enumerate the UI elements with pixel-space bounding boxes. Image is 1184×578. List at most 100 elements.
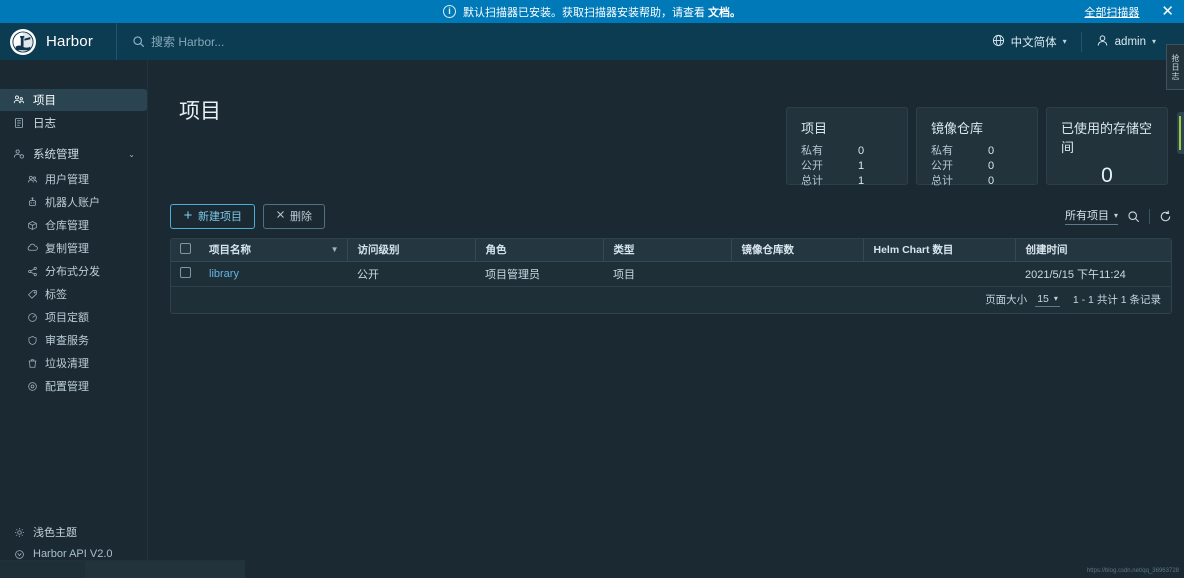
- search-icon[interactable]: [1127, 210, 1140, 223]
- card-row-label: 公开: [931, 159, 988, 174]
- sidebar-item-garbage-collection[interactable]: 垃圾清理: [0, 353, 147, 373]
- projects-icon: [13, 94, 25, 106]
- sidebar-item-project-quotas[interactable]: 项目定额: [0, 307, 147, 327]
- cell-role: 项目管理员: [475, 261, 603, 286]
- sidebar-item-logs[interactable]: 日志: [0, 112, 147, 134]
- table-body: library 公开 项目管理员 项目 2021/5/15 下午11:24: [171, 261, 1171, 286]
- sun-icon: [13, 526, 25, 538]
- card-row: 公开 1: [801, 159, 893, 174]
- page-size-label: 页面大小: [985, 292, 1027, 307]
- card-row-label: 总计: [931, 174, 988, 189]
- app-header: Harbor 中文简体 ▾: [0, 23, 1184, 60]
- alert-message: i 默认扫描器已安装。获取扫描器安装帮助，请查看 文档。: [0, 4, 1184, 20]
- sidebar-item-label: 审查服务: [45, 332, 89, 348]
- sidebar-item-label: 垃圾清理: [45, 355, 89, 371]
- sidebar-item-label: 机器人账户: [45, 194, 100, 210]
- sidebar-item-distribution[interactable]: 分布式分发: [0, 261, 147, 281]
- sidebar-item-configuration[interactable]: 配置管理: [0, 376, 147, 396]
- sidebar-item-replications[interactable]: 复制管理: [0, 238, 147, 258]
- edge-progress-indicator: [1177, 112, 1184, 154]
- bottom-strip-inner: [85, 561, 245, 578]
- table-row[interactable]: library 公开 项目管理员 项目 2021/5/15 下午11:24: [171, 261, 1171, 286]
- column-header-created[interactable]: 创建时间: [1015, 239, 1171, 261]
- chevron-down-icon: ▾: [1152, 37, 1156, 46]
- new-project-button[interactable]: 新建项目: [170, 204, 255, 229]
- card-row-value: 0: [988, 144, 994, 159]
- close-icon[interactable]: ✕: [1161, 4, 1174, 19]
- refresh-icon[interactable]: [1159, 210, 1172, 223]
- card-row-value: 0: [858, 144, 864, 159]
- sidebar-item-interrogation-services[interactable]: 审查服务: [0, 330, 147, 350]
- column-header-repo-count[interactable]: 镜像仓库数: [731, 239, 863, 261]
- table-pagination: 页面大小 15 ▾ 1 - 1 共计 1 条记录: [171, 287, 1171, 313]
- card-row: 私有 0: [801, 144, 893, 159]
- sidebar-item-users[interactable]: 用户管理: [0, 169, 147, 189]
- edge-tool-label: 抢日志: [1170, 54, 1181, 81]
- search-input[interactable]: [151, 35, 481, 49]
- brand-title: Harbor: [46, 33, 93, 50]
- sidebar-item-label: 日志: [33, 115, 56, 131]
- replication-icon: [26, 242, 38, 254]
- sidebar-item-label: 项目定额: [45, 309, 89, 325]
- sidebar: 项目 日志: [0, 60, 148, 578]
- language-selector[interactable]: 中文简体 ▾: [978, 23, 1081, 60]
- theme-label: 浅色主题: [33, 524, 77, 540]
- edge-tool-widget[interactable]: 抢日志: [1166, 44, 1184, 90]
- api-label: Harbor API V2.0: [33, 548, 113, 560]
- column-label: 项目名称: [209, 242, 251, 257]
- row-checkbox[interactable]: [180, 267, 191, 278]
- sidebar-nav: 项目 日志: [0, 89, 147, 521]
- project-scope-select[interactable]: 所有项目 ▾: [1065, 207, 1118, 225]
- card-row: 总计 1: [801, 174, 893, 189]
- sidebar-item-registries[interactable]: 仓库管理: [0, 215, 147, 235]
- main-content: 项目 项目 私有 0 公开 1 总计 1 镜像仓库: [148, 60, 1184, 578]
- card-row: 公开 0: [931, 159, 1023, 174]
- interrogation-icon: [26, 334, 38, 346]
- column-header-name[interactable]: 项目名称 ▼: [199, 239, 347, 261]
- select-all-header: [171, 239, 199, 261]
- alert-actions: 全部扫描器 ✕: [1084, 4, 1174, 20]
- stat-card-projects: 项目 私有 0 公开 1 总计 1: [786, 107, 908, 185]
- chevron-down-icon: ▾: [1063, 37, 1067, 46]
- stat-card-repositories: 镜像仓库 私有 0 公开 0 总计 0: [916, 107, 1038, 185]
- delete-button[interactable]: 删除: [263, 204, 325, 229]
- info-icon: i: [443, 5, 456, 18]
- all-scanners-link[interactable]: 全部扫描器: [1084, 4, 1139, 20]
- page-size-select[interactable]: 15 ▾: [1035, 293, 1060, 307]
- theme-toggle[interactable]: 浅色主题: [13, 521, 147, 543]
- brand[interactable]: Harbor: [0, 29, 116, 55]
- delete-label: 删除: [290, 208, 312, 224]
- user-menu[interactable]: admin ▾: [1082, 23, 1170, 60]
- card-row: 私有 0: [931, 144, 1023, 159]
- filter-icon[interactable]: ▼: [331, 245, 339, 254]
- card-row-label: 公开: [801, 159, 858, 174]
- plus-icon: [183, 210, 193, 223]
- row-select-cell: [171, 261, 199, 286]
- card-row-label: 私有: [801, 144, 858, 159]
- column-header-chart-count[interactable]: Helm Chart 数目: [863, 239, 1015, 261]
- trash-icon: [26, 357, 38, 369]
- sidebar-group-administration[interactable]: 系统管理 ⌄: [0, 143, 147, 165]
- column-header-role[interactable]: 角色: [475, 239, 603, 261]
- global-search[interactable]: [117, 35, 978, 49]
- select-all-checkbox[interactable]: [180, 243, 191, 254]
- logs-icon: [13, 117, 25, 129]
- sidebar-item-label: 复制管理: [45, 240, 89, 256]
- distribution-icon: [26, 265, 38, 277]
- header-actions: 中文简体 ▾ admin ▾: [978, 23, 1184, 60]
- page-size-value: 15: [1037, 293, 1049, 305]
- new-project-label: 新建项目: [198, 208, 242, 224]
- alert-text-prefix: 默认扫描器已安装。获取扫描器安装帮助，请查看: [463, 7, 708, 19]
- chevron-down-icon: ▾: [1114, 211, 1118, 220]
- column-header-type[interactable]: 类型: [603, 239, 731, 261]
- column-header-access[interactable]: 访问级别: [347, 239, 475, 261]
- label-icon: [26, 288, 38, 300]
- alert-doc-link[interactable]: 文档。: [708, 7, 741, 19]
- cell-project-name: library: [199, 261, 347, 286]
- close-icon: [276, 210, 285, 222]
- sidebar-item-labels[interactable]: 标签: [0, 284, 147, 304]
- sidebar-item-projects[interactable]: 项目: [0, 89, 147, 111]
- language-label: 中文简体: [1011, 34, 1057, 50]
- project-link[interactable]: library: [209, 268, 239, 280]
- sidebar-item-robot-accounts[interactable]: 机器人账户: [0, 192, 147, 212]
